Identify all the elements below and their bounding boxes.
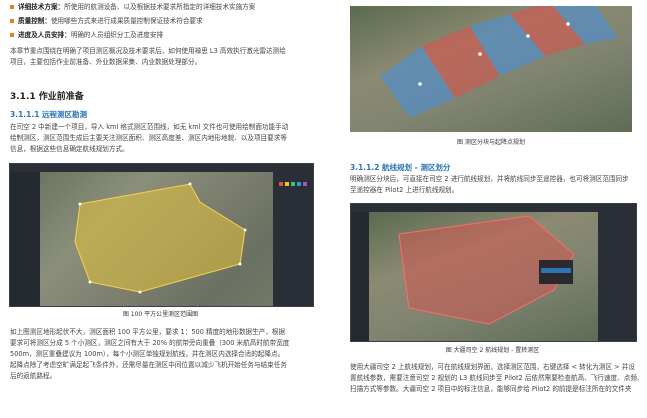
flighthub-screenshot-2 bbox=[350, 203, 637, 342]
body-after-figure-right: 使用大疆司空 2 上航线规划，可在航线规划界面，选择测区范围，右键选择 < 转化… bbox=[350, 363, 644, 393]
app-toolbar bbox=[351, 204, 636, 212]
figure-caption: 图 100 平方公里测区范围图 bbox=[122, 311, 199, 318]
app-layer-panel bbox=[598, 212, 636, 341]
route-polygon bbox=[398, 215, 575, 325]
bullet-schedule: 进度及人员安排：明确的人员组织分工及进度安排 bbox=[10, 30, 163, 41]
bullet-quality-control: 质量控制：使用哪些方式来进行成果质量控制保证技术符合要求 bbox=[10, 16, 203, 27]
subsection-body-right: 明确测区分块后，可直接在司空 2 进行航线规划，并将航线同步至遥控器，也可将测区… bbox=[350, 175, 629, 194]
app-sidebar bbox=[351, 212, 369, 341]
intro-paragraph: 本章节重点围绕在明确了项目测区概况及技术要求后，如何使用禅思 L3 高效执行激光… bbox=[10, 47, 286, 66]
app-toolbar bbox=[10, 164, 313, 172]
survey-blocks-image bbox=[350, 6, 632, 132]
bullet-dot-icon bbox=[10, 5, 14, 9]
document-spread: 详细技术方案：所使用的航测设备、以及根据技术要求所指定的详细技术实施方案 质量控… bbox=[0, 0, 647, 418]
section-title: 3.1.1 作业前准备 bbox=[10, 92, 84, 102]
bullet-technical-plan: 详细技术方案：所使用的航测设备、以及根据技术要求所指定的详细技术实施方案 bbox=[10, 2, 255, 13]
subsection-title-right: 3.1.1.2 航线规划 - 测区划分 bbox=[350, 163, 451, 172]
survey-block-overlay bbox=[380, 6, 618, 118]
subsection-title: 3.1.1.1 远程测区勘测 bbox=[10, 110, 88, 119]
app-sidebar bbox=[10, 172, 40, 306]
figure2-caption: 图 大疆司空 2 航线规划 - 置转测区 bbox=[445, 347, 540, 354]
map-view bbox=[40, 172, 273, 306]
bullet-dot-icon bbox=[10, 19, 14, 23]
map-view bbox=[369, 212, 598, 341]
app-layer-panel bbox=[273, 172, 313, 306]
body-after-figure: 如上图测区地形起伏不大，测区面积 100 平方公里，要求 1：500 精度的地形… bbox=[10, 328, 290, 380]
bullet-dot-icon bbox=[10, 33, 14, 37]
flighthub-screenshot-1 bbox=[9, 163, 314, 307]
figure1-caption: 图 测区分块与起降点规划 bbox=[457, 139, 525, 146]
subsection-body: 在司空 2 中新建一个项目，导入 kml 格式测区范围线，如无 kml 文件也可… bbox=[10, 123, 289, 153]
survey-area-polygon bbox=[74, 182, 247, 294]
